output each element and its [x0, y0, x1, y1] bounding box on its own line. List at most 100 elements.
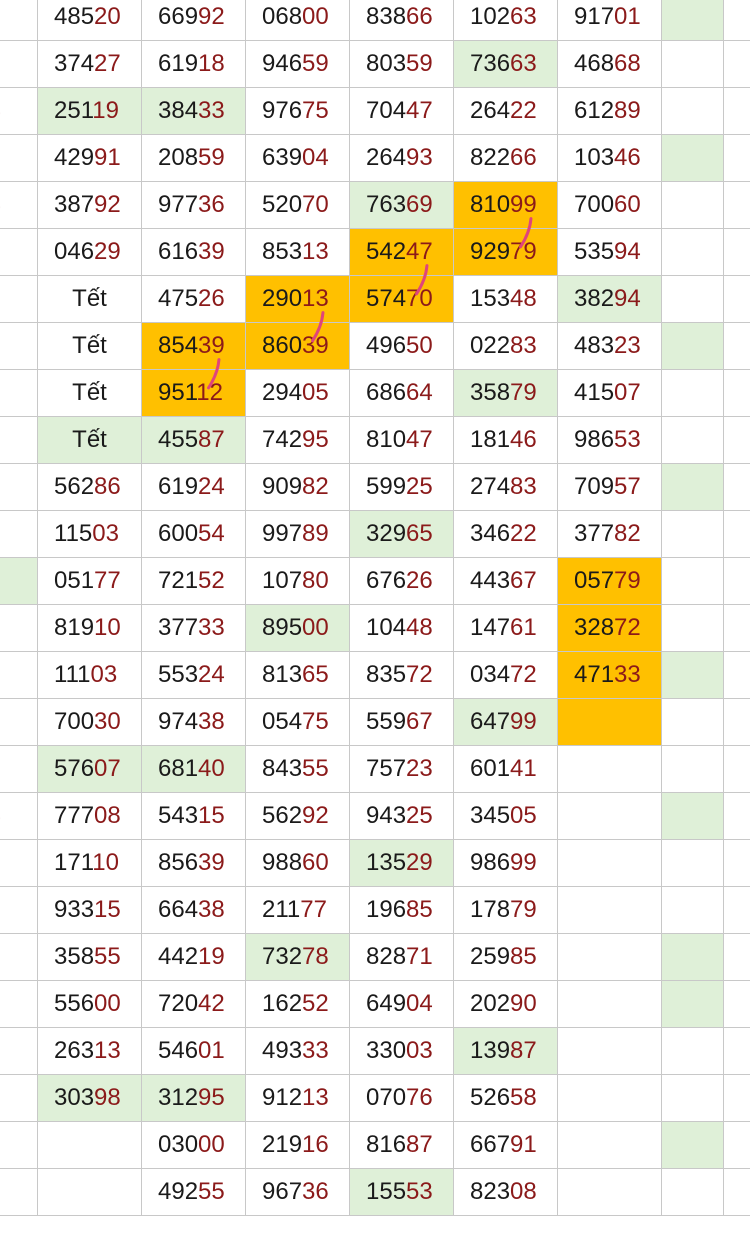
table-cell[interactable]	[662, 0, 724, 41]
table-cell[interactable]: 20	[0, 1075, 38, 1122]
table-cell[interactable]	[724, 605, 750, 652]
table-cell[interactable]: 66992	[142, 0, 246, 41]
table-cell[interactable]	[662, 229, 724, 276]
table-cell[interactable]: 41507	[558, 370, 662, 417]
table-cell[interactable]: 26313	[38, 1028, 142, 1075]
table-cell[interactable]: 38792	[38, 182, 142, 229]
table-cell[interactable]: 05779	[558, 558, 662, 605]
table-cell[interactable]: 31295	[142, 1075, 246, 1122]
table-cell[interactable]	[38, 1122, 142, 1169]
table-cell[interactable]	[662, 699, 724, 746]
table-cell[interactable]: 97438	[142, 699, 246, 746]
table-cell[interactable]	[558, 699, 662, 746]
table-cell[interactable]	[724, 88, 750, 135]
table-cell[interactable]: 47133	[558, 652, 662, 699]
table-cell[interactable]	[662, 182, 724, 229]
table-cell[interactable]: 48520	[38, 0, 142, 41]
table-cell[interactable]: 21916	[246, 1122, 350, 1169]
table-cell[interactable]	[724, 840, 750, 887]
table-cell[interactable]: 92979	[454, 229, 558, 276]
table-cell[interactable]: 61918	[142, 41, 246, 88]
table-cell[interactable]: 83866	[350, 0, 454, 41]
table-cell[interactable]: 05177	[38, 558, 142, 605]
table-cell[interactable]: 67626	[350, 558, 454, 605]
table-cell[interactable]	[662, 464, 724, 511]
table-cell[interactable]: 85439	[142, 323, 246, 370]
table-cell[interactable]: 61639	[142, 229, 246, 276]
table-cell[interactable]: 82266	[454, 135, 558, 182]
table-cell[interactable]: 68140	[142, 746, 246, 793]
table-cell[interactable]: 76	[0, 0, 38, 41]
table-cell[interactable]: 91701	[558, 0, 662, 41]
table-cell[interactable]	[724, 464, 750, 511]
table-cell[interactable]: 54315	[142, 793, 246, 840]
table-cell[interactable]: 25985	[454, 934, 558, 981]
table-cell[interactable]: 80359	[350, 41, 454, 88]
table-cell[interactable]: 46	[0, 229, 38, 276]
table-cell[interactable]	[724, 229, 750, 276]
table-cell[interactable]: 72042	[142, 981, 246, 1028]
table-cell[interactable]: 81365	[246, 652, 350, 699]
table-cell[interactable]: 25119	[38, 88, 142, 135]
table-cell[interactable]: 49333	[246, 1028, 350, 1075]
table-cell[interactable]	[558, 1122, 662, 1169]
table-cell[interactable]: 77	[0, 652, 38, 699]
table-cell[interactable]	[662, 887, 724, 934]
table-cell[interactable]: 91213	[246, 1075, 350, 1122]
table-cell[interactable]: 35879	[454, 370, 558, 417]
table-cell[interactable]	[724, 558, 750, 605]
table-cell[interactable]: 49650	[350, 323, 454, 370]
table-cell[interactable]	[662, 276, 724, 323]
table-cell[interactable]: 86039	[246, 323, 350, 370]
table-cell[interactable]: 81047	[350, 417, 454, 464]
table-cell[interactable]	[724, 1075, 750, 1122]
table-cell[interactable]: 73663	[454, 41, 558, 88]
table-cell[interactable]	[662, 41, 724, 88]
table-cell[interactable]: 38433	[142, 88, 246, 135]
table-cell[interactable]: 27483	[454, 464, 558, 511]
table-cell[interactable]	[662, 793, 724, 840]
table-cell[interactable]: 16252	[246, 981, 350, 1028]
table-cell[interactable]: Tết	[38, 276, 142, 323]
table-cell[interactable]: 92	[0, 323, 38, 370]
table-cell[interactable]	[724, 323, 750, 370]
table-cell[interactable]: 32872	[558, 605, 662, 652]
table-cell[interactable]: 11503	[38, 511, 142, 558]
table-cell[interactable]	[724, 182, 750, 229]
table-cell[interactable]	[662, 981, 724, 1028]
table-cell[interactable]	[558, 1169, 662, 1216]
table-cell[interactable]: 26	[0, 135, 38, 182]
table-cell[interactable]: 76369	[350, 182, 454, 229]
table-cell[interactable]: 13987	[454, 1028, 558, 1075]
table-cell[interactable]: 81910	[38, 605, 142, 652]
table-cell[interactable]: 64	[0, 182, 38, 229]
table-cell[interactable]	[662, 323, 724, 370]
table-cell[interactable]: 82308	[454, 1169, 558, 1216]
table-cell[interactable]: 34622	[454, 511, 558, 558]
table-cell[interactable]: 30398	[38, 1075, 142, 1122]
table-cell[interactable]: 56	[0, 1028, 38, 1075]
table-cell[interactable]: 15553	[350, 1169, 454, 1216]
table-cell[interactable]: 55324	[142, 652, 246, 699]
table-cell[interactable]	[558, 981, 662, 1028]
table-cell[interactable]: 55967	[350, 699, 454, 746]
table-cell[interactable]: 33003	[350, 1028, 454, 1075]
table-cell[interactable]	[558, 887, 662, 934]
table-cell[interactable]: 53594	[558, 229, 662, 276]
table-cell[interactable]	[724, 652, 750, 699]
table-cell[interactable]	[662, 605, 724, 652]
table-cell[interactable]: 07	[0, 276, 38, 323]
table-cell[interactable]: 98699	[454, 840, 558, 887]
table-cell[interactable]: 66438	[142, 887, 246, 934]
table-cell[interactable]: 06800	[246, 0, 350, 41]
table-cell[interactable]: 93315	[38, 887, 142, 934]
table-cell[interactable]: 64799	[454, 699, 558, 746]
table-cell[interactable]: 57470	[350, 276, 454, 323]
table-cell[interactable]: 98653	[558, 417, 662, 464]
table-cell[interactable]: 94659	[246, 41, 350, 88]
table-cell[interactable]	[662, 840, 724, 887]
table-cell[interactable]: 70447	[350, 88, 454, 135]
table-cell[interactable]: 60	[0, 840, 38, 887]
table-cell[interactable]: 13529	[350, 840, 454, 887]
table-cell[interactable]: 98860	[246, 840, 350, 887]
